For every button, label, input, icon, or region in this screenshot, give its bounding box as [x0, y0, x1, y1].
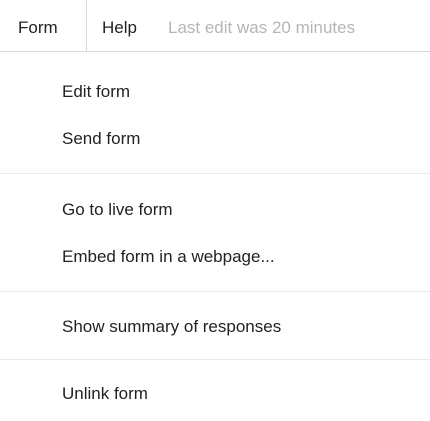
help-menu-button[interactable]: Help: [102, 18, 137, 38]
menu-item-show-summary[interactable]: Show summary of responses: [62, 317, 281, 337]
menu-separator: [0, 173, 430, 174]
menu-separator: [0, 359, 430, 360]
menu-item-edit-form[interactable]: Edit form: [62, 82, 130, 102]
form-menu-button[interactable]: Form: [18, 18, 58, 38]
last-edit-status[interactable]: Last edit was 20 minutes: [168, 18, 355, 38]
menu-separator: [0, 291, 430, 292]
menu-item-unlink-form[interactable]: Unlink form: [62, 384, 148, 404]
menu-item-go-to-live-form[interactable]: Go to live form: [62, 200, 173, 220]
menu-bar: Form Help Last edit was 20 minutes: [0, 0, 430, 52]
menu-item-send-form[interactable]: Send form: [62, 129, 140, 149]
form-dropdown-menu: Edit form Send form Go to live form Embe…: [0, 51, 430, 421]
menu-item-embed-form[interactable]: Embed form in a webpage...: [62, 247, 275, 267]
